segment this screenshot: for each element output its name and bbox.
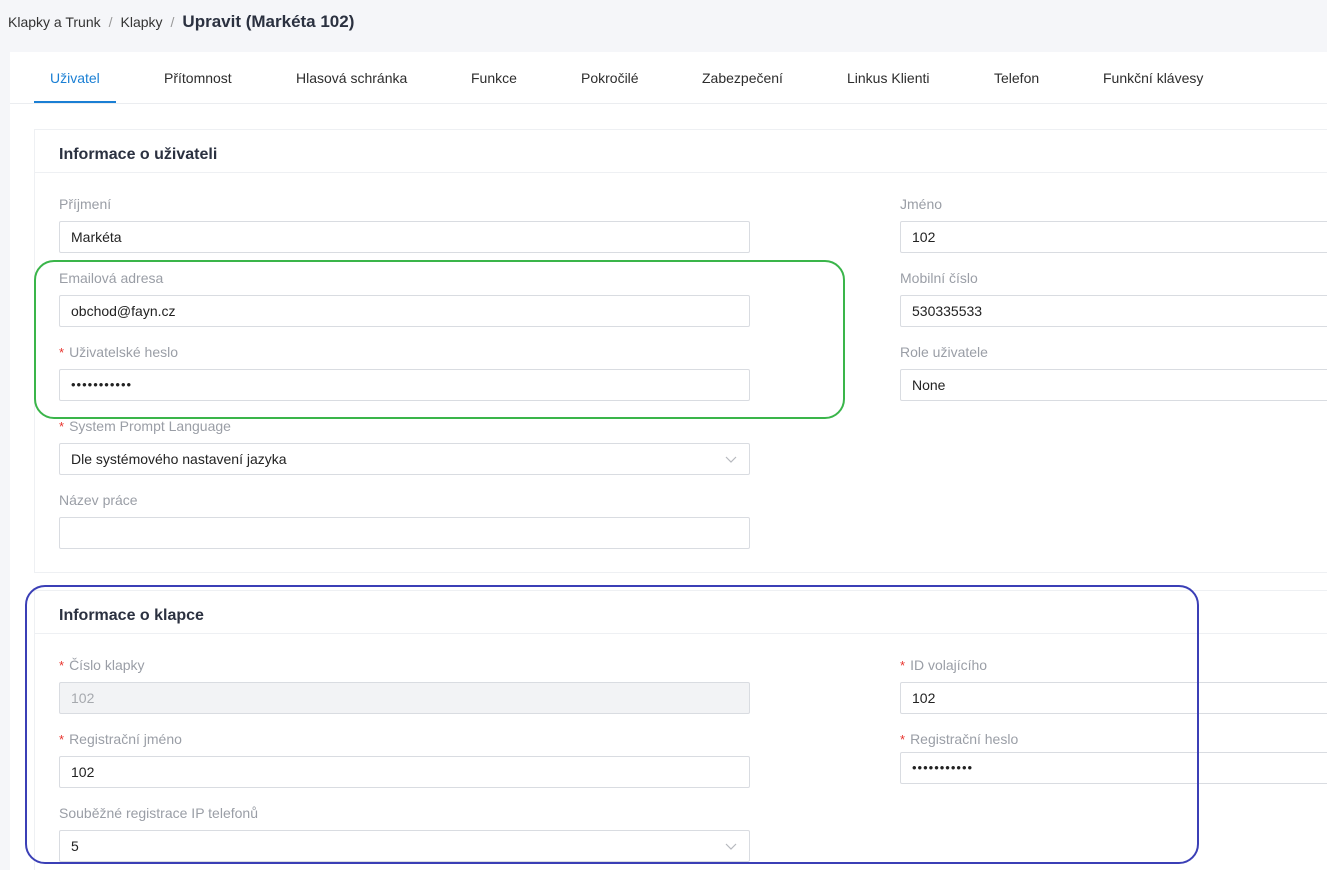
tab-security[interactable]: Zabezpečení (702, 52, 783, 104)
breadcrumb-item-extensions[interactable]: Klapky (121, 14, 163, 30)
registration-name-input[interactable]: 102 (59, 756, 750, 788)
tab-advanced[interactable]: Pokročilé (581, 52, 639, 104)
job-title-label: Název práce (59, 492, 138, 508)
user-password-label-text: Uživatelské heslo (69, 344, 178, 360)
extension-number-input: 102 (59, 682, 750, 714)
registration-name-label-text: Registrační jméno (69, 731, 182, 747)
concurrent-registrations-label: Souběžné registrace IP telefonů (59, 805, 258, 821)
user-info-card: Informace o uživateli (34, 129, 1327, 573)
concurrent-registrations-value: 5 (71, 838, 79, 854)
extension-number-label: * Číslo klapky (59, 657, 145, 673)
mobile-input[interactable]: 530335533 (900, 295, 1327, 327)
tab-voicemail[interactable]: Hlasová schránka (296, 52, 407, 104)
required-mark: * (900, 658, 906, 673)
language-label: * System Prompt Language (59, 418, 231, 434)
caller-id-label-text: ID volajícího (910, 657, 988, 673)
caller-id-label: * ID volajícího (900, 657, 987, 673)
required-mark: * (59, 345, 65, 360)
breadcrumb: Klapky a Trunk / Klapky / Upravit (Marké… (8, 10, 354, 34)
required-mark: * (59, 658, 65, 673)
registration-password-input[interactable]: ••••••••••• (900, 752, 1327, 784)
card-divider (35, 172, 1327, 173)
language-select-value: Dle systémového nastavení jazyka (71, 451, 287, 467)
chevron-down-icon (725, 843, 737, 850)
concurrent-registrations-select[interactable]: 5 (59, 830, 750, 862)
breadcrumb-item-extensions-trunk[interactable]: Klapky a Trunk (8, 14, 101, 30)
extension-info-card: Informace o klapce (34, 590, 1327, 870)
user-password-label: * Uživatelské heslo (59, 344, 178, 360)
registration-name-label: * Registrační jméno (59, 731, 182, 747)
tab-presence[interactable]: Přítomnost (164, 52, 232, 104)
tab-bar: Uživatel Přítomnost Hlasová schránka Fun… (10, 52, 1327, 104)
tab-features[interactable]: Funkce (471, 52, 517, 104)
chevron-down-icon (725, 456, 737, 463)
firstname-input[interactable]: 102 (900, 221, 1327, 253)
page-title: Upravit (Markéta 102) (182, 12, 355, 31)
email-input[interactable]: obchod@fayn.cz (59, 295, 750, 327)
tab-user[interactable]: Uživatel (50, 52, 100, 104)
active-tab-indicator (34, 101, 116, 103)
caller-id-input[interactable]: 102 (900, 682, 1327, 714)
job-title-input[interactable] (59, 517, 750, 549)
required-mark: * (900, 732, 906, 747)
surname-label: Příjmení (59, 196, 112, 212)
role-select[interactable]: None (900, 369, 1327, 401)
breadcrumb-separator: / (108, 14, 113, 30)
tab-function-keys[interactable]: Funkční klávesy (1103, 52, 1203, 104)
required-mark: * (59, 419, 65, 434)
surname-input[interactable]: Markéta (59, 221, 750, 253)
language-label-text: System Prompt Language (69, 418, 231, 434)
extension-number-label-text: Číslo klapky (69, 657, 145, 673)
mobile-label: Mobilní číslo (900, 270, 978, 286)
card-divider (35, 633, 1327, 634)
required-mark: * (59, 732, 65, 747)
tab-linkus-clients[interactable]: Linkus Klienti (847, 52, 930, 104)
user-password-input[interactable]: ••••••••••• (59, 369, 750, 401)
user-info-title: Informace o uživateli (59, 146, 218, 163)
extension-info-title: Informace o klapce (59, 607, 204, 624)
tab-phone[interactable]: Telefon (994, 52, 1039, 104)
language-select[interactable]: Dle systémového nastavení jazyka (59, 443, 750, 475)
registration-password-label-text: Registrační heslo (910, 731, 1019, 747)
role-label: Role uživatele (900, 344, 988, 360)
breadcrumb-separator: / (170, 14, 175, 30)
email-label: Emailová adresa (59, 270, 164, 286)
registration-password-label: * Registrační heslo (900, 731, 1018, 747)
firstname-label: Jméno (900, 196, 943, 212)
